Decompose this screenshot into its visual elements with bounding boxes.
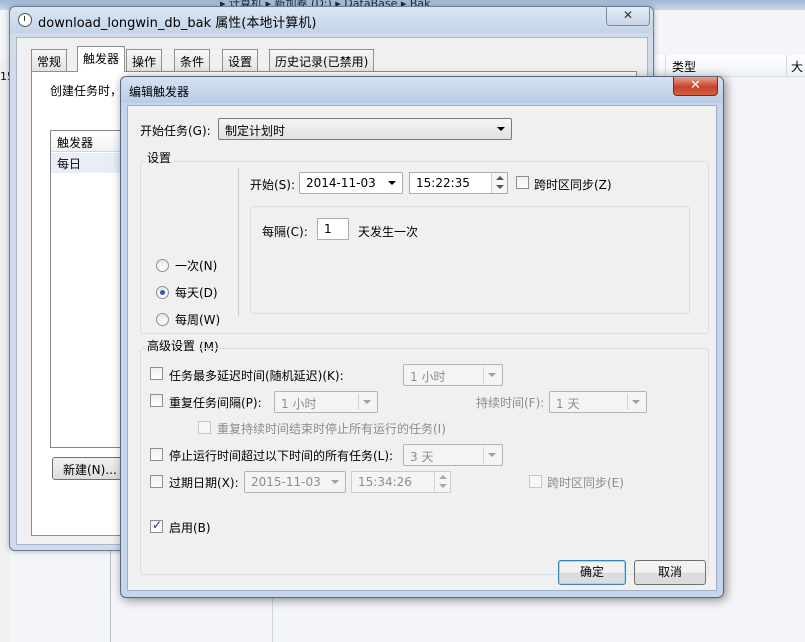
dialog-title: 编辑触发器	[129, 85, 190, 99]
tab-settings[interactable]: 设置	[222, 49, 259, 71]
recur-label: 每隔(C):	[262, 225, 308, 239]
tab-history[interactable]: 历史记录(已禁用)	[269, 49, 375, 71]
chevron-down-icon	[363, 400, 371, 404]
begin-task-label: 开始任务(G):	[140, 124, 211, 138]
radio-daily-label[interactable]: 每天(D)	[175, 284, 218, 301]
cancel-button[interactable]: 取消	[634, 560, 706, 585]
chevron-down-icon	[497, 127, 505, 131]
expire-date-value: 2015-11-03	[251, 475, 321, 489]
start-time-input[interactable]: 15:22:35	[409, 172, 508, 194]
stop-longer-select[interactable]: 3 天	[403, 444, 503, 466]
duration-value: 1 天	[556, 397, 580, 411]
chevron-down-icon	[632, 400, 640, 404]
close-icon[interactable]: ✕	[673, 77, 718, 96]
tab-triggers[interactable]: 触发器	[77, 46, 126, 72]
begin-task-select[interactable]: 制定计划时	[218, 118, 512, 140]
repeat-select[interactable]: 1 小时	[274, 391, 378, 413]
start-time-value: 15:22:35	[416, 176, 470, 190]
chevron-down-icon	[488, 373, 496, 377]
tab-actions[interactable]: 操作	[126, 49, 163, 71]
chevron-down-icon	[331, 480, 339, 484]
expire-checkbox[interactable]	[150, 475, 163, 488]
clock-icon	[18, 13, 32, 27]
advanced-group-title: 高级设置	[145, 337, 198, 354]
ok-button[interactable]: 确定	[558, 560, 626, 585]
delay-checkbox[interactable]	[150, 367, 163, 380]
recurrence-panel	[250, 206, 690, 314]
duration-label: 持续时间(F):	[476, 396, 545, 410]
enabled-label[interactable]: 启用(B)	[169, 519, 211, 536]
expire-time-value: 15:34:26	[358, 475, 412, 489]
edit-trigger-dialog: 编辑触发器 ✕ 开始任务(G): 制定计划时 设置 一次(N) 每天(D) 每周…	[120, 76, 724, 598]
explorer-divider	[110, 548, 111, 642]
radio-once-label[interactable]: 一次(N)	[175, 257, 217, 274]
begin-task-value: 制定计划时	[225, 124, 286, 138]
expire-time-input[interactable]: 15:34:26	[351, 471, 451, 493]
settings-divider	[238, 168, 239, 316]
radio-weekly-label[interactable]: 每周(W)	[175, 311, 220, 328]
delay-label[interactable]: 任务最多延迟时间(随机延迟)(K):	[169, 367, 344, 384]
explorer-divider	[272, 598, 273, 642]
edit-trigger-body: 开始任务(G): 制定计划时 设置 一次(N) 每天(D) 每周(W) 每月(M…	[127, 105, 717, 591]
sync-timezone-label[interactable]: 跨时区同步(Z)	[534, 176, 612, 193]
expire-label[interactable]: 过期日期(X):	[169, 474, 239, 491]
recur-suffix: 天发生一次	[358, 225, 419, 239]
stop-longer-label[interactable]: 停止运行时间超过以下时间的所有任务(L):	[169, 447, 393, 464]
repeat-value: 1 小时	[281, 397, 317, 411]
start-date-value: 2014-11-03	[306, 176, 376, 190]
stop-longer-value: 3 天	[410, 450, 434, 464]
properties-titlebar[interactable]: download_longwin_db_bak 属性(本地计算机) ✕	[10, 7, 653, 33]
stop-longer-checkbox[interactable]	[150, 448, 163, 461]
close-icon[interactable]: ✕	[606, 7, 650, 26]
expire-date-picker[interactable]: 2015-11-03	[244, 471, 346, 493]
stop-at-end-label: 重复持续时间结束时停止所有运行的任务(I)	[217, 422, 446, 436]
expire-sync-label: 跨时区同步(E)	[547, 476, 624, 490]
enabled-checkbox[interactable]	[150, 518, 163, 533]
start-label: 开始(S):	[250, 178, 296, 192]
start-date-picker[interactable]: 2014-11-03	[299, 172, 403, 194]
column-type[interactable]: 类型	[672, 58, 696, 75]
repeat-label[interactable]: 重复任务间隔(P):	[169, 394, 262, 411]
expire-sync-checkbox[interactable]	[529, 475, 542, 488]
stop-at-end-checkbox[interactable]	[198, 421, 211, 434]
radio-once[interactable]	[156, 259, 169, 272]
delay-select[interactable]: 1 小时	[403, 364, 503, 386]
tab-conditions[interactable]: 条件	[174, 49, 211, 71]
chevron-down-icon	[488, 453, 496, 457]
repeat-checkbox[interactable]	[150, 394, 163, 407]
radio-weekly[interactable]	[156, 313, 169, 326]
tab-general[interactable]: 常规	[31, 49, 68, 71]
file-list-header: 类型 大	[655, 55, 805, 77]
recur-input[interactable]: 1	[317, 218, 349, 240]
column-size[interactable]: 大	[791, 58, 803, 75]
delay-value: 1 小时	[410, 370, 446, 384]
time-spinner[interactable]	[434, 472, 450, 492]
time-spinner[interactable]	[491, 173, 507, 193]
properties-title: download_longwin_db_bak 属性(本地计算机)	[38, 16, 317, 31]
settings-group-title: 设置	[145, 149, 174, 166]
chevron-down-icon	[388, 181, 396, 185]
radio-daily[interactable]	[156, 286, 169, 299]
duration-select[interactable]: 1 天	[549, 391, 647, 413]
sync-timezone-checkbox[interactable]	[516, 176, 529, 189]
edit-trigger-titlebar[interactable]: 编辑触发器 ✕	[121, 77, 723, 103]
